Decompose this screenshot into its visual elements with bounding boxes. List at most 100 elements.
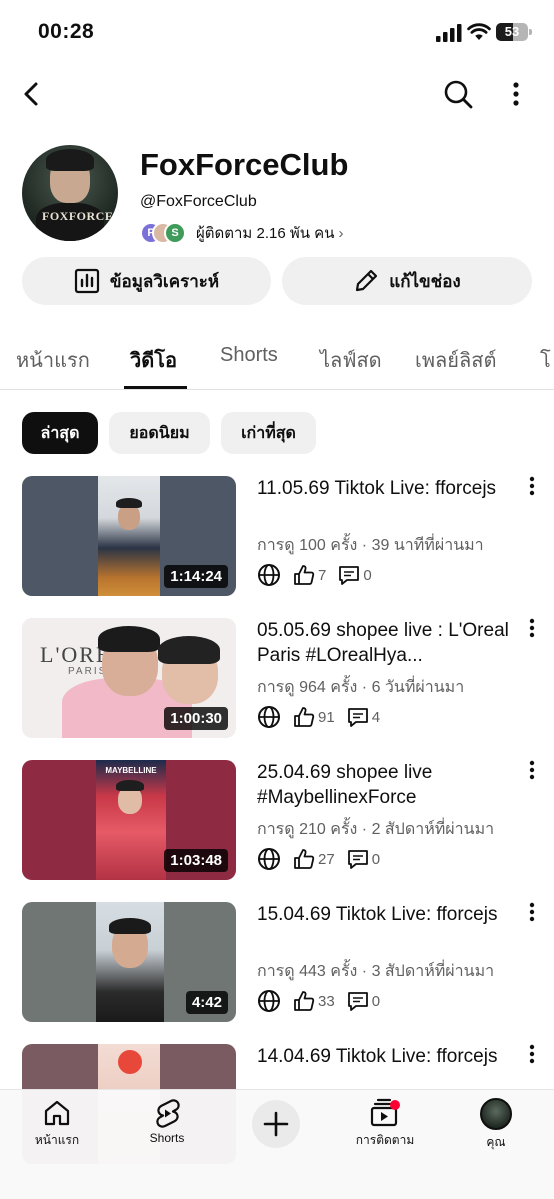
more-vert-icon xyxy=(529,1044,535,1064)
video-duration: 1:14:24 xyxy=(164,565,228,588)
subscribers-row[interactable]: P S ผู้ติดตาม 2.16 พัน คน › xyxy=(140,221,343,245)
channel-handle: @FoxForceClub xyxy=(140,193,257,210)
video-meta: การดู 210 ครั้ง · 2 สัปดาห์ที่ผ่านมา xyxy=(257,821,495,838)
tab-next[interactable]: โ xyxy=(540,344,551,376)
nav-shorts[interactable]: Shorts xyxy=(122,1098,212,1145)
channel-avatar[interactable]: FOXFORCE xyxy=(22,145,118,241)
like-count: 33 xyxy=(318,992,335,1010)
nav-subscriptions-label: การติดตาม xyxy=(355,1133,415,1147)
comment-icon xyxy=(347,708,368,727)
you-avatar xyxy=(480,1098,512,1130)
thumbnail-brand: MAYBELLINE xyxy=(105,766,157,775)
nav-you[interactable]: คุณ xyxy=(451,1098,541,1152)
edit-channel-button[interactable]: แก้ไขช่อง xyxy=(282,257,532,305)
create-button[interactable] xyxy=(252,1100,300,1148)
edit-channel-label: แก้ไขช่อง xyxy=(389,271,461,291)
video-stats: 27 0 xyxy=(257,846,392,872)
thumb-up-icon xyxy=(294,565,315,585)
comment-count: 0 xyxy=(363,566,372,584)
more-vert-icon xyxy=(529,902,535,922)
chip-latest[interactable]: ล่าสุด xyxy=(22,412,98,454)
video-meta: การดู 443 ครั้ง · 3 สัปดาห์ที่ผ่านมา xyxy=(257,963,495,980)
video-title[interactable]: 11.05.69 Tiktok Live: fforcejs xyxy=(257,476,519,501)
video-duration: 1:03:48 xyxy=(164,849,228,872)
video-duration: 1:00:30 xyxy=(164,707,228,730)
video-thumbnail[interactable]: MAYBELLINE 1:03:48 xyxy=(22,760,236,880)
like-count: 7 xyxy=(318,566,327,584)
video-meta: การดู 100 ครั้ง · 39 นาทีที่ผ่านมา xyxy=(257,537,484,554)
video-item[interactable]: 4:42 15.04.69 Tiktok Live: fforcejs การด… xyxy=(0,902,554,1026)
nav-subscriptions[interactable]: การติดตาม xyxy=(340,1098,430,1150)
video-more-button[interactable] xyxy=(520,902,544,932)
video-more-button[interactable] xyxy=(520,476,544,506)
back-button[interactable] xyxy=(10,72,54,116)
signal-icon xyxy=(436,24,462,42)
comment-icon xyxy=(339,566,360,585)
more-vert-icon xyxy=(513,82,519,106)
video-thumbnail[interactable]: 1:14:24 xyxy=(22,476,236,596)
home-icon xyxy=(44,1100,70,1126)
chevron-right-icon: › xyxy=(338,224,344,242)
video-stats: 7 0 xyxy=(257,562,384,588)
battery-level: 53 xyxy=(504,24,520,39)
subscriptions-icon xyxy=(370,1098,400,1127)
nav-you-label: คุณ xyxy=(486,1135,506,1149)
video-more-button[interactable] xyxy=(520,760,544,790)
analytics-button[interactable]: ข้อมูลวิเคราะห์ xyxy=(22,257,271,305)
nav-shorts-label: Shorts xyxy=(149,1131,185,1145)
video-item[interactable]: MAYBELLINE 1:03:48 25.04.69 shopee live … xyxy=(0,760,554,884)
video-stats: 33 0 xyxy=(257,988,392,1014)
analytics-icon xyxy=(74,268,99,294)
battery-icon: 53 xyxy=(496,23,532,41)
video-title[interactable]: 05.05.69 shopee live : L'Oreal Paris #LO… xyxy=(257,618,519,668)
search-button[interactable] xyxy=(436,72,480,116)
search-icon xyxy=(444,80,473,109)
more-vert-icon xyxy=(529,476,535,496)
video-title[interactable]: 15.04.69 Tiktok Live: fforcejs xyxy=(257,902,519,927)
more-vert-icon xyxy=(529,618,535,638)
top-app-bar xyxy=(0,64,554,124)
chip-oldest[interactable]: เก่าที่สุด xyxy=(221,412,316,454)
pencil-icon xyxy=(356,269,378,292)
shorts-icon xyxy=(156,1099,180,1128)
tab-live[interactable]: ไลฟ์สด xyxy=(320,344,382,376)
subscriber-avatar: S xyxy=(164,222,186,244)
globe-icon xyxy=(258,706,280,728)
globe-icon xyxy=(258,848,280,870)
tab-shorts[interactable]: Shorts xyxy=(220,344,278,367)
video-thumbnail[interactable]: L'OREAL PARIS 1:00:30 xyxy=(22,618,236,738)
more-options-button[interactable] xyxy=(494,72,538,116)
comment-count: 0 xyxy=(371,850,381,868)
video-duration: 4:42 xyxy=(185,991,228,1014)
video-thumbnail[interactable]: 4:42 xyxy=(22,902,236,1022)
bottom-navigation: หน้าแรก Shorts การติดตาม คุณ xyxy=(0,1089,554,1199)
avatar-logo-text: FOXFORCE xyxy=(42,209,114,223)
channel-tabs: หน้าแรก วิดีโอ Shorts ไลฟ์สด เพลย์ลิสต์ … xyxy=(0,328,554,390)
video-title[interactable]: 14.04.69 Tiktok Live: fforcejs xyxy=(257,1044,519,1069)
channel-name: FoxForceClub xyxy=(140,147,349,182)
comment-icon xyxy=(347,992,368,1011)
nav-home[interactable]: หน้าแรก xyxy=(12,1098,102,1150)
video-more-button[interactable] xyxy=(520,618,544,648)
tab-home[interactable]: หน้าแรก xyxy=(16,344,90,376)
nav-home-label: หน้าแรก xyxy=(34,1133,80,1147)
more-vert-icon xyxy=(529,760,535,780)
video-item[interactable]: L'OREAL PARIS 1:00:30 05.05.69 shopee li… xyxy=(0,618,554,742)
tab-playlists[interactable]: เพลย์ลิสต์ xyxy=(415,344,496,376)
thumb-up-icon xyxy=(294,849,315,869)
chip-popular[interactable]: ยอดนิยม xyxy=(109,412,210,454)
comment-count: 4 xyxy=(371,708,381,726)
like-count: 91 xyxy=(318,708,335,726)
tab-videos[interactable]: วิดีโอ xyxy=(130,344,177,376)
video-item[interactable]: 1:14:24 11.05.69 Tiktok Live: fforcejs ก… xyxy=(0,476,554,600)
status-time: 00:28 xyxy=(38,20,95,43)
video-meta: การดู 964 ครั้ง · 6 วันที่ผ่านมา xyxy=(257,679,465,696)
video-more-button[interactable] xyxy=(520,1044,544,1074)
active-tab-indicator xyxy=(124,386,187,389)
comment-count: 0 xyxy=(371,992,381,1010)
globe-icon xyxy=(258,990,280,1012)
globe-icon xyxy=(258,564,280,586)
video-stats: 91 4 xyxy=(257,704,392,730)
video-title[interactable]: 25.04.69 shopee live #MaybellinexForce xyxy=(257,760,519,810)
subscriber-avatars: P S xyxy=(140,222,190,244)
